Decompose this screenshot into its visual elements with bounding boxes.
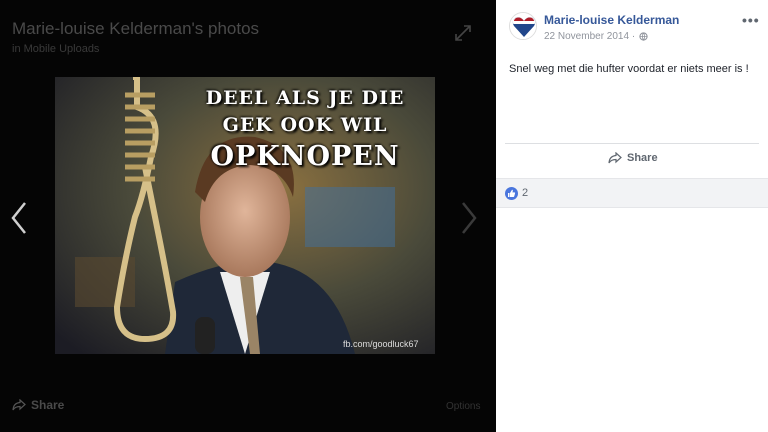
photo-watermark: fb.com/goodluck67 (343, 339, 419, 349)
expand-icon[interactable] (452, 22, 474, 44)
more-options-icon[interactable]: ••• (742, 12, 760, 28)
like-count[interactable]: 2 (522, 187, 528, 199)
album-title[interactable]: Marie-louise Kelderman's photos (12, 19, 259, 39)
photo-caption-line3: OPKNOPEN (210, 141, 400, 172)
share-icon (608, 152, 622, 164)
photo-caption-line2: GEK OOK WIL (222, 114, 388, 136)
post-panel: Marie-louise Kelderman 22 November 2014 … (496, 0, 768, 432)
avatar[interactable] (509, 12, 537, 40)
post-meta: 22 November 2014 · (544, 31, 648, 42)
options-link[interactable]: Options (446, 401, 480, 412)
post-photo[interactable]: DEEL ALS JE DIE GEK OOK WIL OPKNOPEN fb.… (55, 77, 435, 354)
thumbs-up-icon (508, 189, 516, 197)
share-icon (12, 399, 26, 411)
share-label: Share (627, 152, 658, 164)
previous-photo-icon[interactable] (8, 200, 30, 236)
reactions-bar[interactable]: 2 (496, 178, 768, 208)
next-photo-icon[interactable] (458, 200, 480, 236)
divider (505, 143, 759, 144)
viewer-share-button[interactable]: Share (12, 398, 64, 412)
post-date[interactable]: 22 November 2014 · (544, 31, 635, 42)
photo-caption-line1: DEEL ALS JE DIE (205, 87, 405, 109)
post-text: Snel weg met die hufter voordat er niets… (509, 63, 749, 75)
post-author[interactable]: Marie-louise Kelderman (544, 13, 679, 27)
viewer-share-label: Share (31, 398, 65, 412)
share-button[interactable]: Share (608, 152, 658, 164)
globe-icon[interactable] (639, 32, 648, 41)
album-subtitle[interactable]: in Mobile Uploads (12, 43, 99, 55)
photo-viewer: Marie-louise Kelderman's photos in Mobil… (0, 0, 496, 432)
like-icon (505, 187, 518, 200)
dutch-flag-heart-icon (510, 13, 536, 39)
